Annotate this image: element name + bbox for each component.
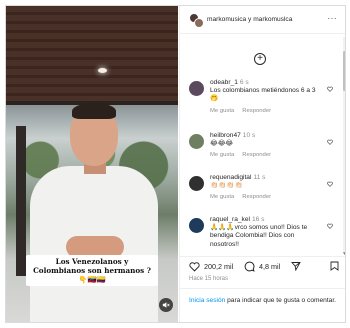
comments-scrollbar[interactable]: ▼ [342,37,345,257]
comment-actions: Me gusta Responder [210,193,325,201]
comment-username[interactable]: raquel_ra_kel [210,216,250,223]
heart-icon[interactable] [189,261,200,272]
video-person-hair [72,103,116,119]
login-prompt-text: para indicar que te gusta o comentar. [225,297,336,304]
avatar[interactable] [189,81,204,96]
collab-avatars[interactable] [189,12,204,28]
comment-time: 10 s [242,132,256,139]
comment-like-button[interactable]: Me gusta [210,152,234,158]
comment-text: Los colombianos metiéndonos 6 a 3 🤭 [210,87,316,103]
more-options-icon[interactable]: ··· [328,15,338,23]
comment-time: 11 s [253,174,266,181]
mute-button[interactable] [159,298,173,312]
share-action[interactable] [291,261,301,271]
post-dialog: Los Venezolanos y Colombianos son herman… [5,5,346,323]
post-authors: markomusica y markomuslca [207,16,292,23]
reel-video[interactable]: Los Venezolanos y Colombianos son herman… [6,6,178,322]
avatar [194,17,204,28]
post-side-panel: markomusica y markomuslca ··· + odeabr_1… [179,6,345,322]
comment-text: 😂😂😂 [210,140,234,148]
comment-bubble-icon[interactable] [244,261,255,272]
comment-like-button[interactable]: Me gusta [210,108,234,114]
scrollbar-thumb[interactable] [343,51,345,91]
comment-body: raquel_ra_kel 16 s 🙏🙏🙏vrco somos uno!! Di… [210,216,325,249]
comment-reply-button[interactable]: Responder [242,108,271,114]
comment-username[interactable]: heilbron47 [210,132,241,139]
login-prompt: Inicia sesión para indicar que te gusta … [180,288,345,322]
save-action[interactable] [330,261,339,271]
login-link[interactable]: Inicia sesión [189,297,225,304]
heart-icon[interactable] [327,223,333,229]
comments-list: + odeabr_1 6 s Los colombianos metiéndono… [180,35,342,255]
comment-like-button[interactable]: Me gusta [210,194,234,200]
video-pillar [16,126,26,276]
bookmark-icon[interactable] [330,261,339,271]
post-actions-bar: 200,2 mil 4,8 mil [180,256,345,276]
video-ceiling [6,6,178,101]
comment-actions: Me gusta Responder [210,151,325,159]
comment-body: requenadigital 11 s 👏🏻👏🏻👏🏻👏🏻 Me gusta Resp… [210,174,325,202]
video-caption: Los Venezolanos y Colombianos son herman… [26,255,158,286]
comment-actions: Me gusta Responder [210,107,325,115]
avatar[interactable] [189,218,204,233]
heart-icon[interactable] [327,86,333,92]
comment-action[interactable]: 4,8 mil [244,261,280,272]
comment-text: 🙏🙏🙏vrco somos uno!! Dios te bendiga Colo… [210,224,308,248]
comment-text: 👏🏻👏🏻👏🏻👏🏻 [210,182,243,190]
share-paper-plane-icon[interactable] [291,261,301,271]
comment-time: 16 s [251,216,265,223]
post-timestamp: Hace 15 horas [189,276,229,282]
avatar[interactable] [189,134,204,149]
comment-body: heilbron47 10 s 😂😂😂 Me gusta Responder [210,132,325,160]
comment-reply-button[interactable]: Responder [242,152,271,158]
avatar[interactable] [189,176,204,191]
comment-username[interactable]: odeabr_1 [210,79,238,86]
video-lamp [98,68,107,73]
comment-body: odeabr_1 6 s Los colombianos metiéndonos … [210,79,325,115]
comment-username[interactable]: requenadigital [210,174,251,181]
likes-count: 200,2 mil [204,262,234,271]
author-link-2[interactable]: markomuslca [253,16,292,23]
load-more-comments-icon[interactable]: + [254,53,266,65]
comment-time: 6 s [239,79,249,86]
post-header: markomusica y markomuslca ··· [180,6,345,34]
comment-reply-button[interactable]: Responder [242,194,271,200]
author-link-1[interactable]: markomusica [207,16,246,23]
speaker-muted-icon [162,302,170,308]
comments-count: 4,8 mil [259,262,281,271]
like-action[interactable]: 200,2 mil [189,261,233,272]
heart-icon[interactable] [327,139,333,145]
heart-icon[interactable] [327,181,333,187]
